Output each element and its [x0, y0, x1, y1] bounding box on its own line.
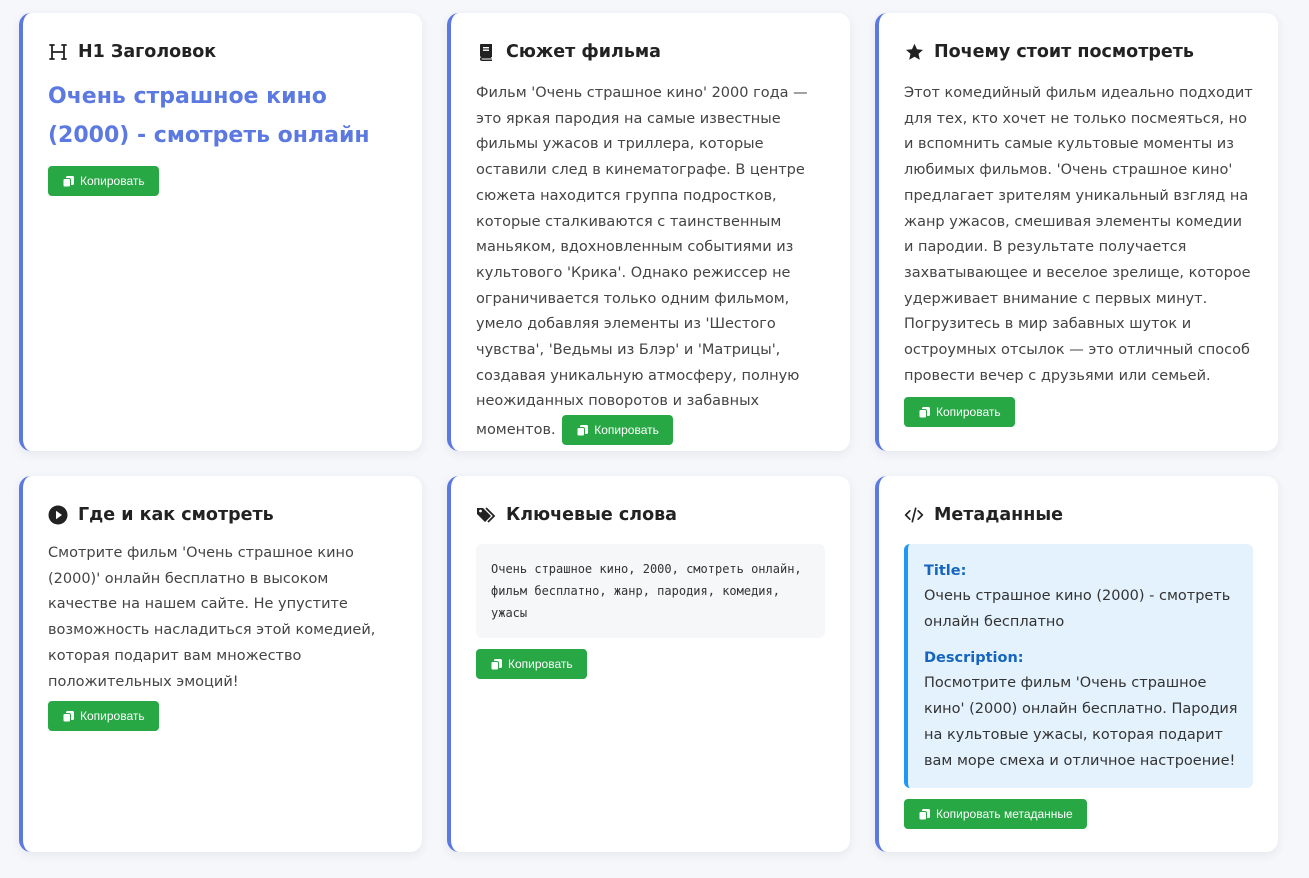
copy-button-label: Копировать [80, 174, 145, 188]
meta-title-value: Очень страшное кино (2000) - смотреть он… [924, 588, 1231, 630]
card-title: Сюжет фильма [506, 42, 661, 62]
copy-button[interactable]: Копировать [476, 649, 587, 679]
copy-icon [62, 175, 75, 188]
card-header: Метаданные [904, 504, 1253, 526]
h1-heading-text: Очень страшное кино (2000) - смотреть он… [48, 84, 370, 148]
card-header: Ключевые слова [476, 504, 825, 526]
card-title: Метаданные [934, 505, 1064, 525]
star-icon [904, 42, 924, 62]
card-title: Ключевые слова [506, 505, 677, 525]
card-plot: Сюжет фильма Фильм 'Очень страшное кино'… [447, 13, 850, 451]
why-text: Этот комедийный фильм идеально подходит … [904, 85, 1253, 384]
card-keywords: Ключевые слова Очень страшное кино, 2000… [447, 476, 850, 852]
tags-icon [476, 505, 496, 525]
copy-button-label: Копировать метаданные [936, 807, 1073, 822]
plot-text: Фильм 'Очень страшное кино' 2000 года — … [476, 81, 825, 446]
card-header: Где и как смотреть [48, 504, 397, 526]
copy-icon [918, 406, 931, 419]
copy-icon [490, 658, 503, 671]
meta-description-label: Description: [924, 650, 1024, 667]
card-header: Сюжет фильма [476, 41, 825, 63]
meta-description-value: Посмотрите фильм 'Очень страшное кино' (… [924, 675, 1238, 769]
copy-button-label: Копировать [936, 405, 1001, 420]
card-title: Где и как смотреть [78, 505, 274, 525]
card-where-to-watch: Где и как смотреть Смотрите фильм 'Очень… [19, 476, 422, 852]
play-circle-icon [48, 505, 68, 525]
copy-button-label: Копировать [508, 657, 573, 671]
copy-button-label: Копировать [594, 423, 659, 438]
card-title: H1 Заголовок [78, 42, 217, 62]
card-header: H1 Заголовок [48, 41, 397, 63]
code-icon [904, 505, 924, 525]
meta-title-label: Title: [924, 563, 967, 579]
copy-button-label: Копировать [80, 709, 145, 724]
copy-button[interactable]: Копировать [562, 415, 673, 446]
copy-button[interactable]: Копировать [48, 701, 159, 732]
where-text: Смотрите фильм 'Очень страшное кино (200… [48, 545, 376, 690]
card-header: Почему стоит посмотреть [904, 41, 1253, 63]
cards-grid: H1 Заголовок Очень страшное кино (2000) … [19, 13, 1278, 852]
copy-icon [918, 808, 931, 821]
card-title: Почему стоит посмотреть [934, 42, 1194, 62]
plot-paragraph: Фильм 'Очень страшное кино' 2000 года — … [476, 85, 808, 439]
card-why-watch: Почему стоит посмотреть Этот комедийный … [875, 13, 1278, 451]
copy-metadata-button[interactable]: Копировать метаданные [904, 799, 1087, 830]
book-icon [476, 42, 496, 62]
keywords-box: Очень страшное кино, 2000, смотреть онла… [476, 544, 825, 638]
copy-icon [62, 710, 75, 723]
metadata-box: Title: Очень страшное кино (2000) - смот… [904, 544, 1253, 789]
copy-button[interactable]: Копировать [904, 397, 1015, 428]
copy-icon [576, 424, 589, 437]
heading-icon [48, 42, 68, 62]
copy-button[interactable]: Копировать [48, 166, 159, 196]
card-metadata: Метаданные Title: Очень страшное кино (2… [875, 476, 1278, 852]
card-h1: H1 Заголовок Очень страшное кино (2000) … [19, 13, 422, 451]
